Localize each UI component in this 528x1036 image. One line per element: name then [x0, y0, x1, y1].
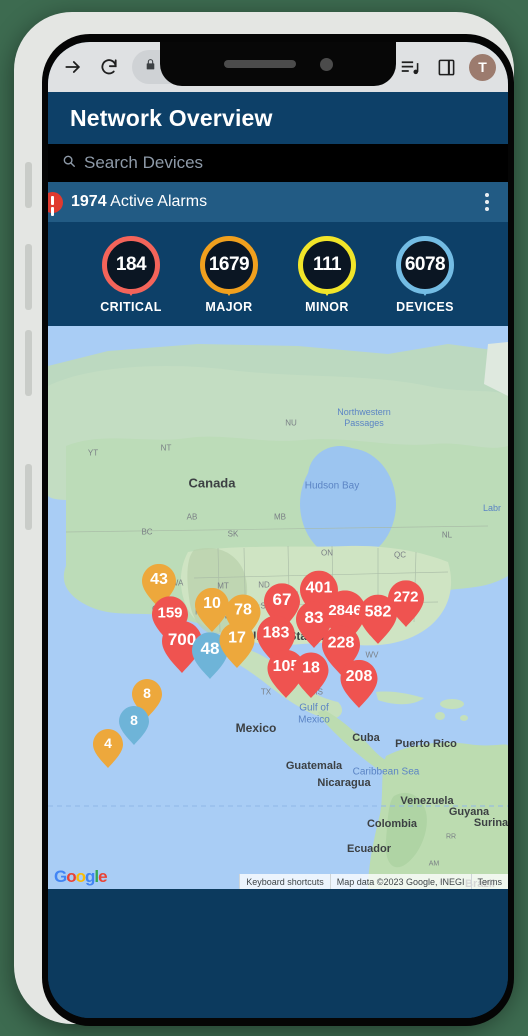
map-marker-count: 83: [304, 608, 324, 628]
map-marker-count: 78: [234, 601, 252, 619]
kpi-major[interactable]: 1679 MAJOR: [187, 236, 271, 314]
screenshot-root: T Network Overview Search Devices 1974 A…: [0, 0, 528, 1036]
forward-arrow-icon[interactable]: [60, 54, 86, 80]
kpi-major-label: MAJOR: [205, 300, 253, 314]
map-data-attribution: Map data ©2023 Google, INEGI: [329, 874, 471, 889]
phone-screen: T Network Overview Search Devices 1974 A…: [48, 42, 508, 1018]
kpi-minor-label: MINOR: [305, 300, 349, 314]
map-marker-count: 48: [200, 639, 220, 659]
map-marker-count: 8: [143, 685, 151, 702]
map-marker[interactable]: 208: [340, 659, 378, 708]
map-marker-count: 17: [228, 629, 246, 647]
kpi-minor-ring: 111: [298, 236, 356, 294]
map-marker-count: 208: [345, 668, 373, 686]
phone-side-button[interactable]: [25, 464, 32, 530]
kpi-major-value: 1679: [208, 254, 250, 275]
reload-icon[interactable]: [96, 54, 122, 80]
kpi-devices[interactable]: 6078 DEVICES: [383, 236, 467, 314]
map-marker[interactable]: 8: [119, 706, 149, 745]
map-marker-count: 4: [104, 735, 112, 752]
terms-link[interactable]: Terms: [470, 874, 508, 889]
phone-volume-down-button[interactable]: [25, 330, 32, 396]
phone-volume-up-button[interactable]: [25, 244, 32, 310]
kpi-critical-label: CRITICAL: [100, 300, 162, 314]
keyboard-shortcuts-link[interactable]: Keyboard shortcuts: [239, 874, 330, 889]
map-marker-count: 8: [130, 712, 138, 729]
map-marker-count: 43: [150, 570, 168, 588]
kpi-critical[interactable]: 184 CRITICAL: [89, 236, 173, 314]
active-alarms-count: 1974: [71, 193, 107, 210]
map-marker-count: 159: [157, 604, 183, 622]
map-marker-count: 2846: [328, 601, 362, 619]
front-camera-icon: [319, 57, 333, 71]
lock-icon: [144, 58, 157, 76]
phone-notch: [160, 42, 396, 86]
map-marker-count: 10: [203, 594, 221, 612]
alert-circle-icon: [48, 191, 63, 213]
map-marker[interactable]: 272: [388, 580, 424, 627]
map-canvas[interactable]: Canada Northwestern Passages Hudson Bay Labr…: [48, 326, 508, 889]
map-attribution-bar: Keyboard shortcuts Map data ©2023 Google…: [48, 874, 508, 889]
search-bar[interactable]: Search Devices: [48, 144, 508, 182]
kpi-strip: 184 CRITICAL 1679 MAJOR 111 MINOR 6078 D…: [48, 222, 508, 326]
map-marker[interactable]: 17: [219, 622, 255, 668]
kpi-minor-value: 111: [312, 254, 342, 275]
page-title: Network Overview: [70, 104, 273, 131]
kpi-critical-value: 184: [115, 254, 147, 275]
search-input[interactable]: Search Devices: [84, 153, 203, 173]
map-marker-count: 67: [272, 590, 292, 610]
kpi-major-ring: 1679: [200, 236, 258, 294]
map-marker-count: 272: [393, 588, 419, 606]
active-alarms-text: Active Alarms: [110, 193, 208, 210]
kpi-devices-label: DEVICES: [396, 300, 454, 314]
kpi-minor[interactable]: 111 MINOR: [285, 236, 369, 314]
avatar[interactable]: T: [469, 53, 496, 81]
kpi-critical-ring: 184: [102, 236, 160, 294]
map-marker-count: 183: [262, 624, 290, 642]
app-header: Network Overview: [48, 92, 508, 144]
sidebar-panel-icon[interactable]: [433, 54, 459, 80]
kpi-devices-ring: 6078: [396, 236, 454, 294]
map-marker[interactable]: 4: [93, 729, 123, 768]
playlist-music-icon[interactable]: [397, 54, 423, 80]
kpi-devices-value: 6078: [404, 254, 446, 275]
map-marker-count: 18: [302, 659, 320, 677]
map-marker-count: 228: [327, 634, 355, 652]
phone-mute-button[interactable]: [25, 162, 32, 208]
active-alarms-label: 1974 Active Alarms: [71, 193, 470, 211]
earpiece-speaker-icon: [223, 60, 296, 68]
kebab-menu-icon[interactable]: [478, 193, 496, 211]
active-alarms-bar[interactable]: 1974 Active Alarms: [48, 182, 508, 222]
phone-frame: T Network Overview Search Devices 1974 A…: [14, 12, 514, 1026]
search-icon: [62, 154, 76, 173]
bottom-panel: [48, 889, 508, 1018]
avatar-initial: T: [478, 59, 487, 75]
